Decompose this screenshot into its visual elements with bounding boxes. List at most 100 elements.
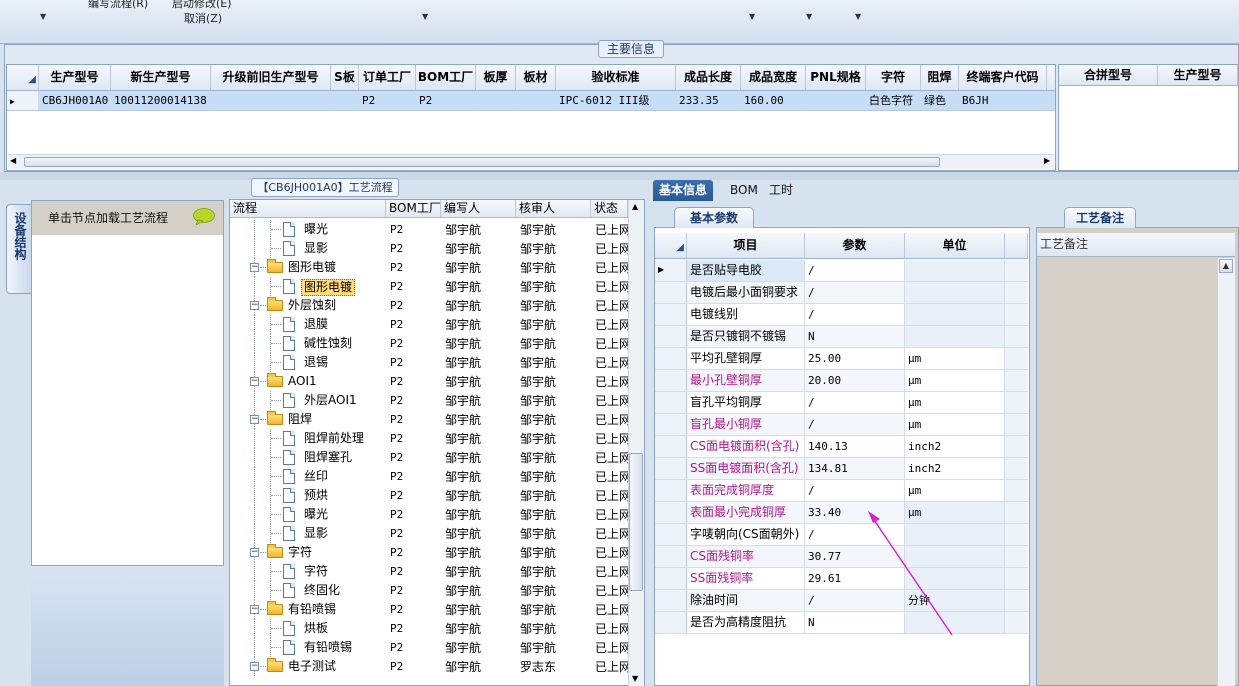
- main-column-header[interactable]: 阻焊: [921, 65, 959, 90]
- main-column-header[interactable]: 新生产型号: [111, 65, 211, 90]
- row-indicator[interactable]: ▶: [7, 91, 39, 110]
- combine-grid[interactable]: 合拼型号 生产型号: [1058, 64, 1239, 171]
- param-value[interactable]: N: [805, 326, 905, 347]
- main-cell[interactable]: 绿色: [921, 91, 959, 110]
- tree-node[interactable]: − 阻焊: [230, 410, 386, 429]
- scroll-up-icon[interactable]: ▲: [1219, 259, 1233, 273]
- tree-node[interactable]: 曝光: [230, 505, 386, 524]
- tree-node-label[interactable]: 字符: [304, 564, 328, 579]
- row-indicator[interactable]: [655, 568, 687, 589]
- row-indicator[interactable]: [655, 546, 687, 567]
- column-writer[interactable]: 编写人: [441, 200, 516, 217]
- param-row[interactable]: 是否为高精度阻抗 N: [655, 612, 1028, 634]
- param-row[interactable]: 除油时间 / 分钟: [655, 590, 1028, 612]
- tree-node[interactable]: 有铅喷锡: [230, 638, 386, 657]
- tree-node-label[interactable]: 烘板: [304, 621, 328, 636]
- collapse-icon[interactable]: −: [250, 548, 259, 557]
- row-indicator[interactable]: [655, 480, 687, 501]
- tree-node-label[interactable]: 退膜: [304, 317, 328, 332]
- main-column-header[interactable]: 成品长度: [676, 65, 741, 90]
- dropdown-arrow-icon[interactable]: ▼: [806, 12, 812, 21]
- tree-row[interactable]: 曝光 P2 邹宇航 邹宇航 已上网: [230, 505, 628, 524]
- row-indicator[interactable]: [655, 590, 687, 611]
- param-row[interactable]: 最小孔壁铜厚 20.00 μm: [655, 370, 1028, 392]
- main-cell[interactable]: IPC-6012 III级: [556, 91, 676, 110]
- dropdown-arrow-icon[interactable]: ▼: [422, 12, 428, 21]
- tree-row[interactable]: 曝光 P2 邹宇航 邹宇航 已上网: [230, 220, 628, 239]
- tree-row[interactable]: − 电子测试 P2 邹宇航 罗志东 已上网: [230, 657, 628, 676]
- collapse-icon[interactable]: −: [250, 605, 259, 614]
- main-column-header[interactable]: 生产型号: [39, 65, 111, 90]
- tree-node[interactable]: − 外层蚀刻: [230, 296, 386, 315]
- main-column-header[interactable]: 升级前旧生产型号: [211, 65, 331, 90]
- tree-node-label[interactable]: 曝光: [304, 507, 328, 522]
- tree-row[interactable]: 显影 P2 邹宇航 邹宇航 已上网: [230, 524, 628, 543]
- row-indicator[interactable]: [655, 282, 687, 303]
- collapse-icon[interactable]: −: [250, 263, 259, 272]
- tree-node[interactable]: 烘板: [230, 619, 386, 638]
- tree-row[interactable]: 终固化 P2 邹宇航 邹宇航 已上网: [230, 581, 628, 600]
- tree-row[interactable]: − AOI1 P2 邹宇航 邹宇航 已上网: [230, 372, 628, 391]
- tree-node[interactable]: 终固化: [230, 581, 386, 600]
- row-indicator[interactable]: [655, 392, 687, 413]
- column-flow[interactable]: 流程: [230, 200, 386, 217]
- main-column-header[interactable]: 板厚: [476, 65, 516, 90]
- main-grid-hscrollbar[interactable]: ◀ ▶: [8, 154, 1054, 169]
- main-column-header[interactable]: 成品宽度: [741, 65, 806, 90]
- tree-node-label[interactable]: 外层AOI1: [304, 393, 357, 408]
- tree-row[interactable]: 退膜 P2 邹宇航 邹宇航 已上网: [230, 315, 628, 334]
- tree-node-label[interactable]: 有铅喷锡: [288, 602, 336, 617]
- tree-row[interactable]: 阻焊塞孔 P2 邹宇航 邹宇航 已上网: [230, 448, 628, 467]
- main-column-header[interactable]: 字符: [866, 65, 921, 90]
- param-value[interactable]: 25.00: [805, 348, 905, 369]
- main-column-header[interactable]: 板材: [516, 65, 556, 90]
- param-value[interactable]: 134.81: [805, 458, 905, 479]
- collapse-icon[interactable]: −: [250, 415, 259, 424]
- tree-row[interactable]: 字符 P2 邹宇航 邹宇航 已上网: [230, 562, 628, 581]
- param-row[interactable]: ▶ 是否贴导电胶 /: [655, 260, 1028, 282]
- scroll-left-icon[interactable]: ◀: [10, 156, 16, 165]
- tree-node-label[interactable]: 电子测试: [288, 659, 336, 674]
- tree-node[interactable]: 预烘: [230, 486, 386, 505]
- main-cell[interactable]: [806, 91, 866, 110]
- param-value[interactable]: /: [805, 260, 905, 281]
- main-cell[interactable]: [211, 91, 331, 110]
- param-value[interactable]: /: [805, 480, 905, 501]
- dropdown-arrow-icon[interactable]: ▼: [749, 12, 755, 21]
- param-row[interactable]: SS面电镀面积(含孔) 134.81 inch2: [655, 458, 1028, 480]
- param-row[interactable]: CS面残铜率 30.77: [655, 546, 1028, 568]
- main-cell[interactable]: [476, 91, 516, 110]
- tree-row[interactable]: − 图形电镀 P2 邹宇航 邹宇航 已上网: [230, 258, 628, 277]
- tab-bom[interactable]: BOM: [724, 180, 764, 201]
- param-value[interactable]: /: [805, 282, 905, 303]
- tree-node-label[interactable]: 预烘: [304, 488, 328, 503]
- collapse-icon[interactable]: −: [250, 662, 259, 671]
- tree-row[interactable]: − 有铅喷锡 P2 邹宇航 邹宇航 已上网: [230, 600, 628, 619]
- main-column-header[interactable]: 终端客户代码: [959, 65, 1047, 90]
- param-value[interactable]: 140.13: [805, 436, 905, 457]
- param-row[interactable]: 盲孔最小铜厚 / μm: [655, 414, 1028, 436]
- tree-node-label[interactable]: 终固化: [304, 583, 340, 598]
- tree-row[interactable]: 预烘 P2 邹宇航 邹宇航 已上网: [230, 486, 628, 505]
- tab-work-hours[interactable]: 工时: [763, 180, 799, 201]
- scroll-down-icon[interactable]: ▼: [632, 674, 638, 683]
- tree-node[interactable]: 字符: [230, 562, 386, 581]
- tree-node-label[interactable]: 阻焊: [288, 412, 312, 427]
- tab-basic-info[interactable]: 基本信息: [653, 180, 714, 201]
- main-column-header[interactable]: 验收标准: [556, 65, 676, 90]
- param-row[interactable]: 电镀线别 /: [655, 304, 1028, 326]
- tree-node-label[interactable]: 外层蚀刻: [288, 298, 336, 313]
- tree-row[interactable]: 碱性蚀刻 P2 邹宇航 邹宇航 已上网: [230, 334, 628, 353]
- dropdown-arrow-icon[interactable]: ▼: [855, 12, 861, 21]
- row-indicator[interactable]: [655, 612, 687, 633]
- param-value[interactable]: 20.00: [805, 370, 905, 391]
- collapse-icon[interactable]: −: [250, 301, 259, 310]
- main-cell[interactable]: [516, 91, 556, 110]
- tree-node-label[interactable]: 曝光: [304, 222, 328, 237]
- param-row[interactable]: 表面最小完成铜厚 33.40 μm: [655, 502, 1028, 524]
- tree-row[interactable]: 显影 P2 邹宇航 邹宇航 已上网: [230, 239, 628, 258]
- main-cell[interactable]: P2: [416, 91, 476, 110]
- param-row[interactable]: 是否只镀铜不镀锡 N: [655, 326, 1028, 348]
- column-reviewer[interactable]: 核审人: [516, 200, 591, 217]
- tree-node[interactable]: 退锡: [230, 353, 386, 372]
